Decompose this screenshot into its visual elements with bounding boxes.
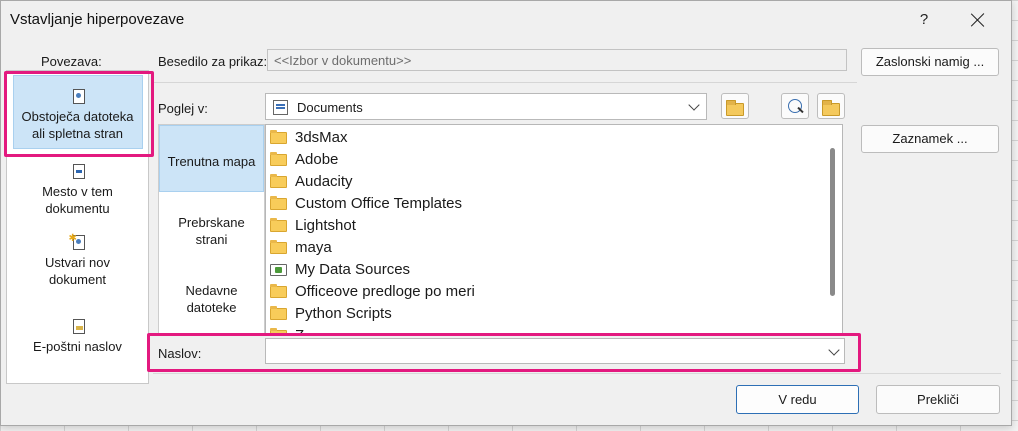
screen-tip-button[interactable]: Zaslonski namig ... <box>861 48 999 76</box>
address-label: Naslov: <box>158 346 202 361</box>
places-bar: Trenutna mapa Prebrskane strani Nedavne … <box>158 124 265 334</box>
data-source-icon <box>270 264 287 276</box>
folder-icon <box>270 218 287 232</box>
folder-icon <box>270 130 287 144</box>
address-chevron-down-icon[interactable] <box>828 344 840 356</box>
link-new-doc-line2: dokument <box>48 272 107 287</box>
link-email-button[interactable]: E-poštni naslov <box>7 319 148 355</box>
close-icon[interactable] <box>967 9 989 31</box>
dialog-title: Vstavljanje hiperpovezave <box>10 11 185 28</box>
existing-file-icon <box>70 89 86 105</box>
browse-web-icon <box>788 99 802 113</box>
link-existing-file-line2: ali spletna stran <box>31 126 124 141</box>
look-in-label: Poglej v: <box>158 101 208 116</box>
folder-icon <box>270 284 287 298</box>
browse-file-button[interactable] <box>817 93 845 119</box>
look-in-value: Documents <box>297 100 363 115</box>
place-current-folder[interactable]: Trenutna mapa <box>159 125 264 192</box>
cancel-button[interactable]: Prekliči <box>876 385 1000 414</box>
text-to-display-input[interactable]: <<Izbor v dokumentu>> <box>267 49 847 71</box>
folder-icon <box>270 240 287 254</box>
top-divider <box>153 82 857 83</box>
link-to-bar: Obstoječa datoteka ali spletna stran Mes… <box>6 70 149 384</box>
folder-icon <box>270 196 287 210</box>
link-place-line2: dokumentu <box>45 201 110 216</box>
place-in-document-icon <box>70 164 86 180</box>
up-folder-icon <box>726 100 744 116</box>
link-existing-file-button[interactable]: Obstoječa datoteka ali spletna stran <box>7 89 148 142</box>
place-browsed-line2: strani <box>195 232 228 247</box>
file-list[interactable]: 3dsMax Adobe Audacity Custom Office Temp… <box>265 124 843 336</box>
place-recent-line1: Nedavne <box>185 283 238 298</box>
browse-web-button[interactable] <box>781 93 809 119</box>
link-to-label: Povezava: <box>41 54 102 69</box>
link-place-in-document-button[interactable]: Mesto v tem dokumentu <box>7 164 148 217</box>
folder-icon <box>270 152 287 166</box>
bottom-divider <box>153 373 1001 374</box>
link-place-line1: Mesto v tem <box>42 184 113 199</box>
up-folder-button[interactable] <box>721 93 749 119</box>
help-button[interactable]: ? <box>915 9 933 31</box>
link-new-doc-line1: Ustvari nov <box>44 255 111 270</box>
link-existing-file-line1: Obstoječa datoteka <box>21 109 134 124</box>
address-input[interactable] <box>265 338 845 364</box>
link-email-line1: E-poštni naslov <box>33 339 122 354</box>
browse-folder-icon <box>822 100 840 116</box>
ok-button[interactable]: V redu <box>736 385 859 414</box>
place-current-folder-label: Trenutna mapa <box>167 154 256 169</box>
folder-icon <box>270 174 287 188</box>
new-document-icon <box>69 230 86 251</box>
insert-hyperlink-dialog: Vstavljanje hiperpovezave ? Povezava: Ob… <box>0 0 1012 426</box>
chevron-down-icon[interactable] <box>688 99 700 111</box>
folder-icon <box>270 328 287 335</box>
place-recent-files[interactable]: Nedavne datoteke <box>159 282 264 316</box>
text-to-display-label: Besedilo za prikaz: <box>158 54 268 69</box>
bookmark-button[interactable]: Zaznamek ... <box>861 125 999 153</box>
file-list-scrollbar[interactable] <box>830 148 835 296</box>
email-icon <box>70 319 86 335</box>
place-browsed-line1: Prebrskane <box>178 215 245 230</box>
link-new-document-button[interactable]: Ustvari nov dokument <box>7 230 148 288</box>
place-recent-line2: datoteke <box>186 300 237 315</box>
place-browsed-pages[interactable]: Prebrskane strani <box>159 214 264 248</box>
folder-icon <box>270 306 287 320</box>
documents-library-icon <box>273 100 288 115</box>
look-in-dropdown[interactable]: Documents <box>265 93 707 120</box>
